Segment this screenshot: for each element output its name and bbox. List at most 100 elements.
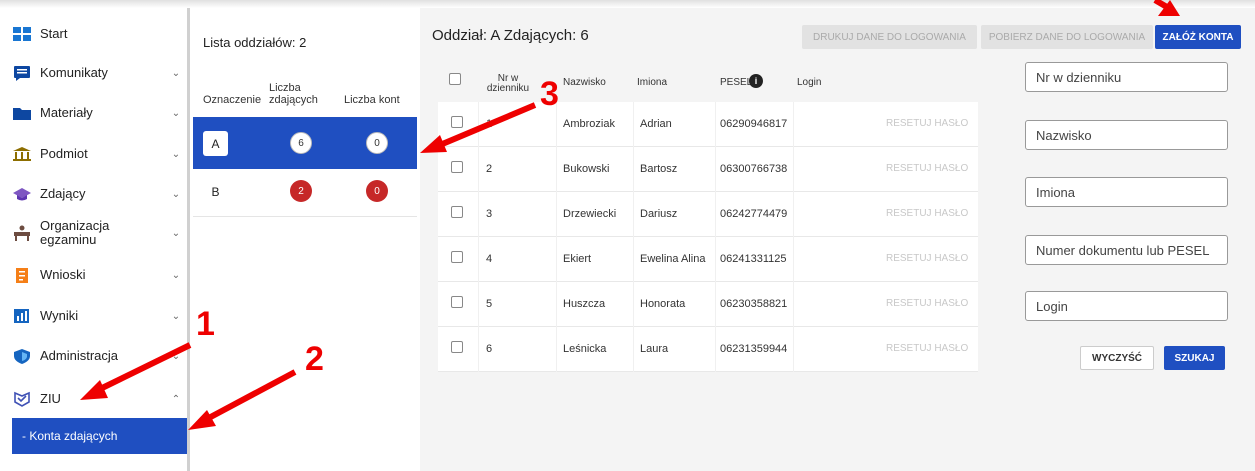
shield-icon xyxy=(12,348,32,364)
desk-icon xyxy=(12,225,32,241)
class-row-a[interactable]: A 6 0 xyxy=(193,117,417,169)
column-header-symbol: Oznaczenie xyxy=(203,94,262,106)
reset-password-button[interactable]: RESETUJ HASŁO xyxy=(886,163,968,174)
graduation-cap-icon xyxy=(12,186,32,202)
sidebar-item-zdajacy[interactable]: Zdający ⌄ xyxy=(12,176,184,212)
filter-document-field[interactable]: Numer dokumentu lub PESEL xyxy=(1025,235,1228,265)
cell-nr: 2 xyxy=(486,163,493,175)
cell-surname: Drzewiecki xyxy=(563,208,617,220)
reset-password-button[interactable]: RESETUJ HASŁO xyxy=(886,343,968,354)
dashboard-icon xyxy=(12,26,32,42)
search-button[interactable]: SZUKAJ xyxy=(1164,346,1225,370)
chevron-down-icon: ⌄ xyxy=(171,107,181,119)
sidebar-item-ziu[interactable]: ZIU ⌃ xyxy=(12,381,184,417)
sidebar-item-label: ZIU xyxy=(40,391,61,406)
reset-password-button[interactable]: RESETUJ HASŁO xyxy=(886,118,968,129)
table-row: 4 Ekiert Ewelina Alina 06241331125 RESET… xyxy=(438,237,978,282)
chevron-down-icon: ⌄ xyxy=(171,67,181,79)
cell-names: Honorata xyxy=(640,298,686,310)
sidebar-item-administracja[interactable]: Administracja ⌄ xyxy=(12,338,184,374)
sidebar-item-start[interactable]: Start xyxy=(12,16,184,52)
column-header-count: Liczba zdających xyxy=(269,82,318,106)
print-login-data-button[interactable]: DRUKUJ DANE DO LOGOWANIA xyxy=(802,25,977,49)
cell-names: Bartosz xyxy=(640,163,678,175)
main-panel: Oddział: A Zdających: 6 DRUKUJ DANE DO L… xyxy=(420,0,1255,471)
sidebar-item-label: Organizacja egzaminu xyxy=(40,218,110,247)
chevron-down-icon: ⌄ xyxy=(171,269,181,281)
institution-icon xyxy=(12,146,32,162)
cell-pesel: 06242774479 xyxy=(720,208,788,220)
reset-password-button[interactable]: RESETUJ HASŁO xyxy=(886,298,968,309)
row-checkbox[interactable] xyxy=(451,161,463,173)
cell-names: Laura xyxy=(640,343,669,355)
cell-nr: 1 xyxy=(486,118,493,130)
class-symbol: B xyxy=(211,184,220,199)
cell-nr: 6 xyxy=(486,343,493,355)
table-row: 3 Drzewiecki Dariusz 06242774479 RESETUJ… xyxy=(438,192,978,237)
select-all-checkbox[interactable] xyxy=(449,73,461,85)
message-icon xyxy=(12,65,32,81)
filter-names-field[interactable]: Imiona xyxy=(1025,177,1228,207)
row-checkbox[interactable] xyxy=(451,251,463,263)
sidebar: Start Komunikaty ⌄ Materiały ⌄ Podmiot ⌄… xyxy=(0,0,190,471)
reset-password-button[interactable]: RESETUJ HASŁO xyxy=(886,208,968,219)
sidebar-item-label: Wyniki xyxy=(40,308,79,323)
cell-surname: Bukowski xyxy=(563,163,610,175)
annotation-number: 1 xyxy=(196,305,215,343)
row-checkbox[interactable] xyxy=(451,296,463,308)
filter-login-field[interactable]: Login xyxy=(1025,291,1228,321)
chevron-down-icon: ⌄ xyxy=(171,227,181,239)
chevron-down-icon: ⌄ xyxy=(171,188,181,200)
cell-pesel: 06300766738 xyxy=(720,163,788,175)
clear-button[interactable]: WYCZYŚĆ xyxy=(1080,346,1154,370)
sidebar-item-organizacja[interactable]: Organizacja egzaminu ⌄ xyxy=(12,215,184,251)
table-row: 5 Huszcza Honorata 06230358821 RESETUJ H… xyxy=(438,282,978,327)
cell-surname: Huszcza xyxy=(563,298,606,310)
sidebar-item-wyniki[interactable]: Wyniki ⌄ xyxy=(12,298,184,334)
student-count-badge: 6 xyxy=(290,132,312,154)
chevron-down-icon: ⌄ xyxy=(171,350,181,362)
bar-chart-icon xyxy=(12,308,32,324)
account-count-badge: 0 xyxy=(366,132,388,154)
row-checkbox[interactable] xyxy=(451,116,463,128)
class-symbol: A xyxy=(203,131,228,156)
cell-surname: Ekiert xyxy=(563,253,592,265)
chevron-down-icon: ⌄ xyxy=(171,310,181,322)
sidebar-subitem-konta-zdajacych[interactable]: - Konta zdających xyxy=(12,418,187,454)
sidebar-item-komunikaty[interactable]: Komunikaty ⌄ xyxy=(12,55,184,91)
cell-names: Adrian xyxy=(640,118,672,130)
sidebar-item-wnioski[interactable]: Wnioski ⌄ xyxy=(12,257,184,293)
cell-nr: 4 xyxy=(486,253,493,265)
column-header-pesel: PESEL xyxy=(720,77,753,88)
column-header-login: Login xyxy=(797,77,822,88)
folder-icon xyxy=(12,105,32,121)
create-accounts-button[interactable]: ZAŁÓŻ KONTA xyxy=(1155,25,1241,49)
chevron-up-icon: ⌃ xyxy=(171,393,181,405)
row-checkbox[interactable] xyxy=(451,206,463,218)
download-login-data-button[interactable]: POBIERZ DANE DO LOGOWANIA xyxy=(981,25,1153,49)
column-header-names: Imiona xyxy=(637,77,668,88)
row-checkbox[interactable] xyxy=(451,341,463,353)
students-table: 1 Ambroziak Adrian 06290946817 RESETUJ H… xyxy=(438,102,978,372)
sidebar-item-materialy[interactable]: Materiały ⌄ xyxy=(12,95,184,131)
filter-nr-field[interactable]: Nr w dzienniku xyxy=(1025,62,1228,92)
table-row: 1 Ambroziak Adrian 06290946817 RESETUJ H… xyxy=(438,102,978,147)
column-header-nr: Nr w dzienniku xyxy=(486,73,530,94)
table-row: 2 Bukowski Bartosz 06300766738 RESETUJ H… xyxy=(438,147,978,192)
info-icon[interactable]: i xyxy=(749,74,763,88)
sidebar-item-label: Start xyxy=(40,26,68,41)
filter-surname-field[interactable]: Nazwisko xyxy=(1025,120,1228,150)
reset-password-button[interactable]: RESETUJ HASŁO xyxy=(886,253,968,264)
table-row: 6 Leśnicka Laura 06231359944 RESETUJ HAS… xyxy=(438,327,978,372)
sidebar-item-podmiot[interactable]: Podmiot ⌄ xyxy=(12,136,184,172)
page-title: Oddział: A Zdających: 6 xyxy=(432,27,589,44)
chevron-down-icon: ⌄ xyxy=(171,148,181,160)
class-list-title: Lista oddziałów: 2 xyxy=(203,35,307,50)
class-row-b[interactable]: B 2 0 xyxy=(193,165,417,217)
cell-pesel: 06231359944 xyxy=(720,343,788,355)
account-count-badge: 0 xyxy=(366,180,388,202)
column-header-surname: Nazwisko xyxy=(563,77,606,88)
sidebar-item-label: Komunikaty xyxy=(40,65,108,80)
cell-nr: 5 xyxy=(486,298,493,310)
ziu-icon xyxy=(12,391,32,407)
